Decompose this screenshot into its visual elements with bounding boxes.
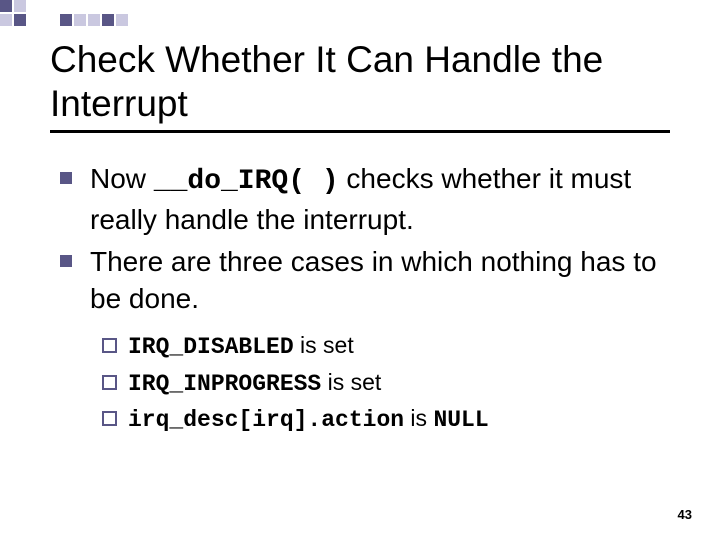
sub-code: IRQ_DISABLED	[128, 334, 294, 360]
corner-decoration	[0, 0, 160, 26]
bullet-text-pre: There are three cases in which nothing h…	[90, 246, 657, 315]
page-number: 43	[678, 507, 692, 522]
sub-text: is	[404, 405, 433, 431]
sub-code-2: NULL	[433, 407, 488, 433]
sub-item: IRQ_INPROGRESS is set	[102, 365, 680, 402]
sub-text: is set	[294, 332, 354, 358]
bullet-item: Now __do_IRQ( ) checks whether it must r…	[60, 160, 680, 239]
slide-content: Now __do_IRQ( ) checks whether it must r…	[60, 160, 680, 438]
bullet-text-pre: Now	[90, 163, 154, 194]
sub-code: IRQ_INPROGRESS	[128, 371, 321, 397]
bullet-code: __do_IRQ( )	[154, 166, 339, 197]
sub-item: irq_desc[irq].action is NULL	[102, 401, 680, 438]
sub-code: irq_desc[irq].action	[128, 407, 404, 433]
sub-list: IRQ_DISABLED is set IRQ_INPROGRESS is se…	[102, 328, 680, 438]
bullet-item: There are three cases in which nothing h…	[60, 243, 680, 319]
sub-text: is set	[321, 369, 381, 395]
slide-title: Check Whether It Can Handle the Interrup…	[50, 38, 690, 125]
sub-item: IRQ_DISABLED is set	[102, 328, 680, 365]
title-underline	[50, 130, 670, 133]
